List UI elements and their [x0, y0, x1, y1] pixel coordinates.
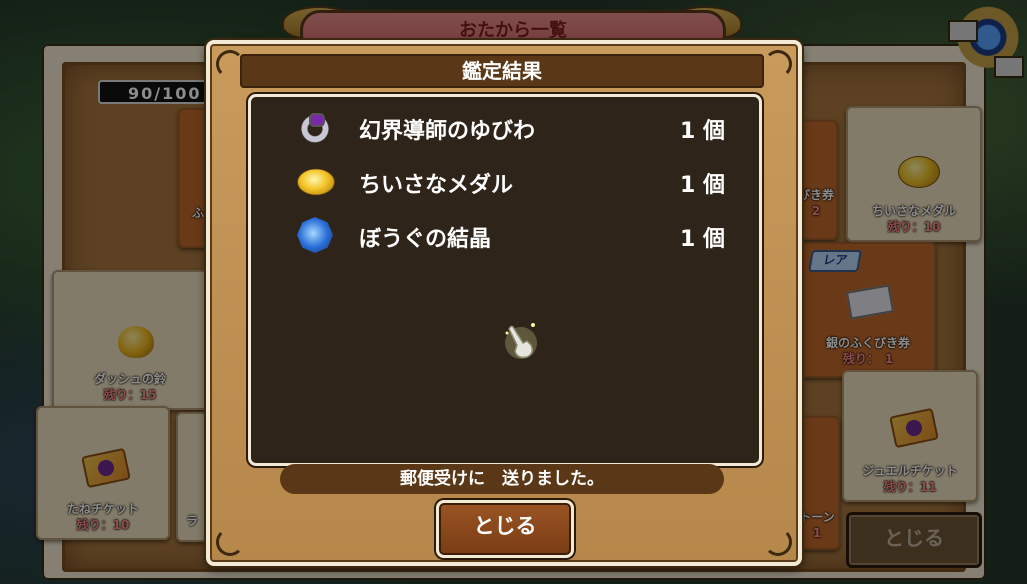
corner-ornament: [216, 528, 244, 556]
result-row: ぼうぐの結晶 1 個: [291, 215, 731, 255]
pointing-hand-icon: [505, 323, 537, 359]
result-item-quantity: 1 個: [680, 227, 725, 252]
result-item-name: ちいさなメダル: [359, 173, 514, 198]
result-row: 幻界導師のゆびわ 1 個: [291, 107, 731, 147]
dialog-title: 鑑定結果: [240, 54, 764, 88]
results-panel: 幻界導師のゆびわ 1 個 ちいさなメダル 1 個 ぼうぐの結晶 1 個: [248, 94, 762, 466]
ring-icon: [297, 109, 333, 145]
result-item-quantity: 1 個: [680, 119, 725, 144]
result-item-quantity: 1 個: [680, 173, 725, 198]
appraisal-dialog: 鑑定結果 幻界導師のゆびわ 1 個 ちいさなメダル 1 個 ぼうぐの結晶 1 個…: [206, 40, 802, 566]
medal-icon: [297, 168, 335, 196]
mailbox-message: 郵便受けに 送りました。: [280, 464, 724, 494]
corner-ornament: [764, 50, 792, 78]
close-button[interactable]: とじる: [436, 500, 574, 558]
corner-ornament: [764, 528, 792, 556]
result-row: ちいさなメダル 1 個: [291, 161, 731, 201]
crystal-icon: [297, 217, 333, 253]
result-item-name: 幻界導師のゆびわ: [359, 119, 536, 144]
result-item-name: ぼうぐの結晶: [359, 227, 492, 252]
